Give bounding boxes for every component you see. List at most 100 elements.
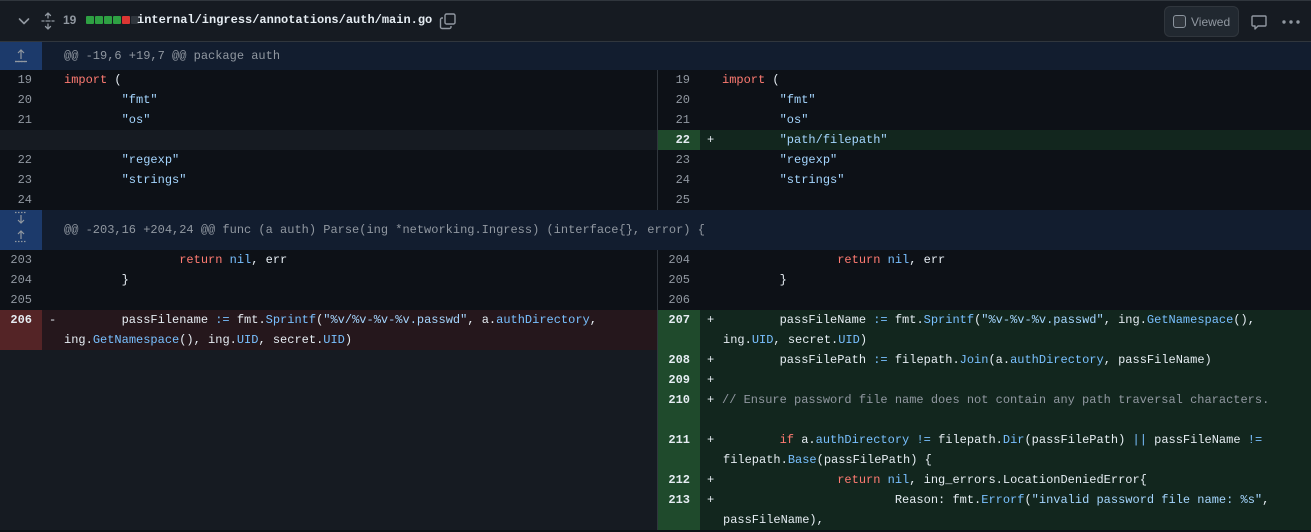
viewed-checkbox[interactable]: [1173, 15, 1186, 28]
line-number[interactable]: 22: [0, 150, 42, 170]
wrapped-continuation: ing.GetNamespace(), ing.UID, secret.UID): [64, 330, 352, 350]
field-name: UID: [236, 333, 259, 347]
string-literal: "%v/%v-%v-%v.passwd": [323, 313, 468, 327]
expand-both-icon[interactable]: [0, 210, 42, 250]
line-number[interactable]: 210: [658, 390, 700, 430]
code-text: Reason: fmt.: [894, 493, 982, 507]
keyword: import: [64, 73, 108, 87]
code-text: (: [107, 73, 122, 87]
function-name: GetNamespace: [92, 333, 180, 347]
field-name: authDirectory: [815, 433, 910, 447]
line-number[interactable]: 211: [658, 430, 700, 470]
code-text: passFileName),: [723, 513, 824, 527]
code-line: "os": [64, 110, 657, 130]
diff-row-added: 213 + Reason: fmt.Errorf("invalid passwo…: [0, 490, 1311, 530]
line-number[interactable]: 209: [658, 370, 700, 390]
line-number[interactable]: 21: [658, 110, 700, 130]
diffstat-square: [122, 16, 130, 24]
diffstat-square: [86, 16, 94, 24]
line-number[interactable]: 23: [0, 170, 42, 190]
code-text: (: [1024, 493, 1032, 507]
function-name: Sprintf: [923, 313, 975, 327]
line-number[interactable]: 205: [0, 290, 42, 310]
diff-row: 24 25: [0, 190, 1311, 210]
file-header: 19 internal/ingress/annotations/auth/mai…: [0, 0, 1311, 42]
line-number[interactable]: 25: [658, 190, 700, 210]
add-marker: +: [707, 473, 715, 487]
line-number[interactable]: 24: [658, 170, 700, 190]
line-number[interactable]: 212: [658, 470, 700, 490]
string-literal: "fmt": [779, 93, 816, 107]
line-number[interactable]: 206: [0, 310, 42, 350]
code-line: passFilePath := filepath.Join(a.authDire…: [722, 350, 1311, 370]
function-name: Errorf: [981, 493, 1025, 507]
field-name: UID: [751, 333, 774, 347]
empty-side: [0, 390, 657, 430]
more-options-icon[interactable]: [1281, 13, 1301, 31]
expand-all-icon[interactable]: [40, 12, 56, 30]
line-number[interactable]: 203: [0, 250, 42, 270]
line-number[interactable]: 204: [658, 250, 700, 270]
diff-row-added: 211 + if a.authDirectory != filepath.Dir…: [0, 430, 1311, 470]
code-line: import (: [722, 70, 1311, 90]
code-text: ing.: [64, 333, 93, 347]
diffstat-square: [104, 16, 112, 24]
line-number[interactable]: 21: [0, 110, 42, 130]
diff-row: 21 "os" 21 "os": [0, 110, 1311, 130]
line-number[interactable]: 207: [658, 310, 700, 350]
line-number[interactable]: 22: [658, 130, 700, 150]
code-text: passFilePath: [779, 353, 867, 367]
chevron-down-icon[interactable]: [16, 13, 32, 29]
line-number[interactable]: 204: [0, 270, 42, 290]
line-number[interactable]: 205: [658, 270, 700, 290]
empty-side: [0, 350, 657, 370]
comment-icon[interactable]: [1250, 13, 1268, 31]
code-text: passFileName: [779, 313, 867, 327]
add-marker: +: [707, 313, 715, 327]
code-line: "path/filepath": [722, 130, 1311, 150]
wrapped-continuation: filepath.Base(passFilePath) {: [723, 450, 932, 470]
code-text: }: [779, 273, 787, 287]
code-line: "regexp": [722, 150, 1311, 170]
code-text: , err: [251, 253, 288, 267]
line-number[interactable]: 23: [658, 150, 700, 170]
line-number[interactable]: 24: [0, 190, 42, 210]
code-line: "strings": [722, 170, 1311, 190]
code-text: (passFilePath) {: [816, 453, 932, 467]
code-text: , secret.: [773, 333, 839, 347]
diff-table: @@ -19,6 +19,7 @@ package auth 19 import…: [0, 42, 1311, 530]
file-path[interactable]: internal/ingress/annotations/auth/main.g…: [137, 13, 432, 27]
code-text: , a.: [467, 313, 497, 327]
line-number[interactable]: 206: [658, 290, 700, 310]
code-text: , err: [909, 253, 946, 267]
code-text: (passFilePath): [1024, 433, 1126, 447]
code-text: , secret.: [258, 333, 324, 347]
code-line: "fmt": [64, 90, 657, 110]
hunk-header: @@ -19,6 +19,7 @@ package auth: [0, 42, 1311, 70]
code-text: ,: [1262, 493, 1270, 507]
code-comment: // Ensure password file name does not co…: [722, 393, 1270, 407]
code-text: (),: [1233, 313, 1255, 327]
line-number[interactable]: 208: [658, 350, 700, 370]
changes-count: 19: [63, 13, 77, 27]
line-number[interactable]: 213: [658, 490, 700, 530]
line-number[interactable]: 20: [0, 90, 42, 110]
code-line: return nil, err: [722, 250, 1311, 270]
code-text: , ing_errors.LocationDeniedError{: [909, 473, 1147, 487]
operator: !=: [916, 433, 931, 447]
add-marker: +: [707, 133, 715, 147]
keyword: nil: [229, 253, 252, 267]
viewed-button[interactable]: Viewed: [1164, 6, 1239, 37]
code-text: (: [765, 73, 780, 87]
expand-up-icon[interactable]: [0, 42, 42, 70]
keyword: return: [837, 473, 881, 487]
line-number[interactable]: 19: [658, 70, 700, 90]
operator: :=: [215, 313, 230, 327]
operator: ||: [1132, 433, 1147, 447]
line-number[interactable]: 19: [0, 70, 42, 90]
copy-icon[interactable]: [439, 12, 457, 30]
line-number[interactable]: 20: [658, 90, 700, 110]
diff-row: 20 "fmt" 20 "fmt": [0, 90, 1311, 110]
hunk-header: @@ -203,16 +204,24 @@ func (a auth) Pars…: [0, 210, 1311, 250]
